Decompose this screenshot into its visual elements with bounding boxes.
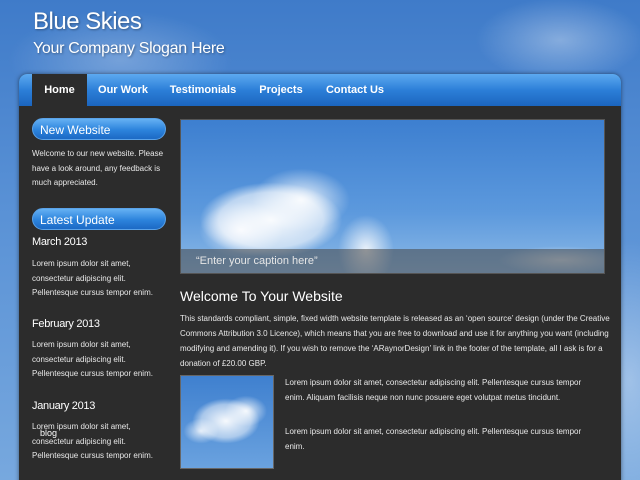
body-paragraph: Lorem ipsum dolor sit amet, consectetur … bbox=[285, 427, 582, 451]
banner-image: “Enter your caption here” bbox=[180, 119, 605, 274]
menu-item-testimonials[interactable]: Testimonials bbox=[163, 74, 243, 106]
sidebar-heading-latest-update: Latest Update bbox=[32, 208, 166, 230]
post-date: March 2013 bbox=[32, 236, 88, 248]
body-paragraph: Lorem ipsum dolor sit amet, consectetur … bbox=[285, 378, 582, 402]
caption-bar: “Enter your caption here” bbox=[181, 249, 604, 273]
post-text: Lorem ipsum dolor sit amet, consectetur … bbox=[32, 259, 153, 297]
sidebar-welcome-text: Welcome to our new website. Please have … bbox=[32, 149, 164, 187]
page-container: Home Our Work Testimonials Projects Cont… bbox=[19, 74, 621, 480]
cloud-thumbnail-image bbox=[180, 375, 274, 469]
post-date: February 2013 bbox=[32, 318, 100, 330]
site-slogan: Your Company Slogan Here bbox=[33, 40, 225, 57]
menu-item-projects[interactable]: Projects bbox=[251, 74, 311, 106]
banner-caption: “Enter your caption here” bbox=[196, 255, 318, 267]
post-date: January 2013 bbox=[32, 400, 96, 412]
blog-tag[interactable]: blog bbox=[40, 428, 57, 438]
post-text: Lorem ipsum dolor sit amet, consectetur … bbox=[32, 422, 153, 460]
menu-item-our-work[interactable]: Our Work bbox=[91, 74, 155, 106]
post-text: Lorem ipsum dolor sit amet, consectetur … bbox=[32, 340, 153, 378]
site-title: Blue Skies bbox=[33, 8, 142, 35]
main-menu: Home Our Work Testimonials Projects Cont… bbox=[19, 74, 621, 108]
welcome-heading: Welcome To Your Website bbox=[180, 288, 343, 304]
menu-item-contact-us[interactable]: Contact Us bbox=[319, 74, 391, 106]
sidebar-heading-new-website: New Website bbox=[32, 118, 166, 140]
intro-paragraph: This standards compliant, simple, fixed … bbox=[180, 314, 610, 368]
menu-item-home[interactable]: Home bbox=[32, 74, 87, 108]
